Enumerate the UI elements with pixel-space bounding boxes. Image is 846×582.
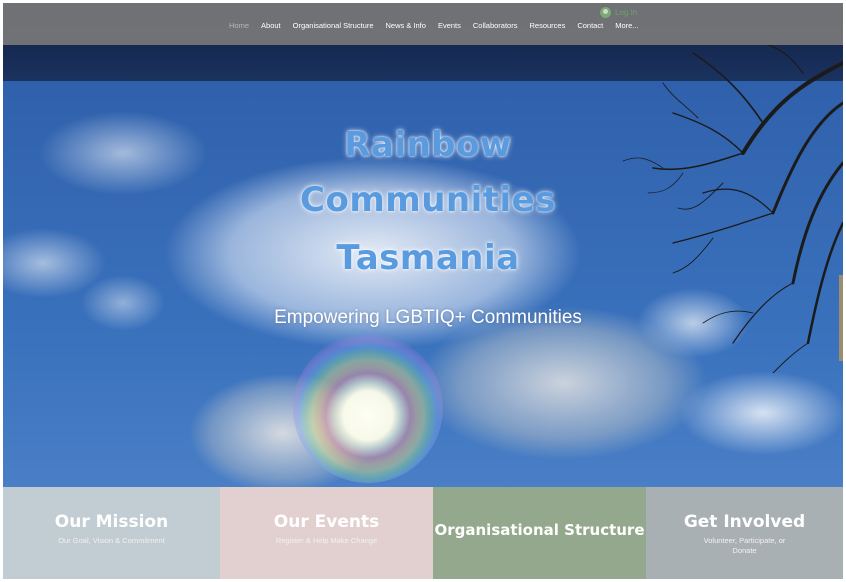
hero-subtitle: Empowering LGBTIQ+ Communities [274,307,582,328]
feature-tiles: Our Mission Our Goal, Vision & Commitmen… [3,487,843,579]
nav-item-resources[interactable]: Resources [523,21,571,30]
hero-title-line-3: Tasmania [336,238,520,278]
login-label: Log In [615,8,638,17]
tile-organisational-structure[interactable]: Organisational Structure [433,487,646,579]
nav-item-events[interactable]: Events [432,21,467,30]
hero-title-line-2: Communities [300,180,556,220]
tile-title: Our Mission [54,512,169,532]
tile-our-events[interactable]: Our Events Register & Help Make Change [220,487,433,579]
tile-our-mission[interactable]: Our Mission Our Goal, Vision & Commitmen… [3,487,220,579]
nav-item-news-info[interactable]: News & Info [380,21,432,30]
tile-description: Register & Help Make Change [275,535,378,545]
nav-item-home[interactable]: Home [223,21,255,30]
nav-item-more[interactable]: More... [609,21,644,30]
tile-description: Volunteer, Participate, or Donate [703,535,786,555]
page-frame: Log In Home About Organisational Structu… [3,3,843,579]
tile-title: Get Involved [683,512,806,532]
tile-title: Organisational Structure [434,521,645,539]
hero-title-line-1: Rainbow [344,125,512,165]
nav-item-collaborators[interactable]: Collaborators [467,21,524,30]
sun-halo-image [293,333,443,483]
tile-title: Our Events [273,512,380,532]
user-avatar-icon [600,7,611,18]
main-nav: Home About Organisational Structure News… [223,21,645,30]
nav-item-contact[interactable]: Contact [571,21,609,30]
tile-description: Our Goal, Vision & Commitment [58,535,165,545]
login-button[interactable]: Log In [600,7,637,18]
nav-item-about[interactable]: About [255,21,287,30]
tile-get-involved[interactable]: Get Involved Volunteer, Participate, or … [646,487,843,579]
side-scroll-tab[interactable] [839,275,843,361]
nav-item-organisational-structure[interactable]: Organisational Structure [287,21,380,30]
top-navigation-bar: Log In Home About Organisational Structu… [3,3,843,45]
